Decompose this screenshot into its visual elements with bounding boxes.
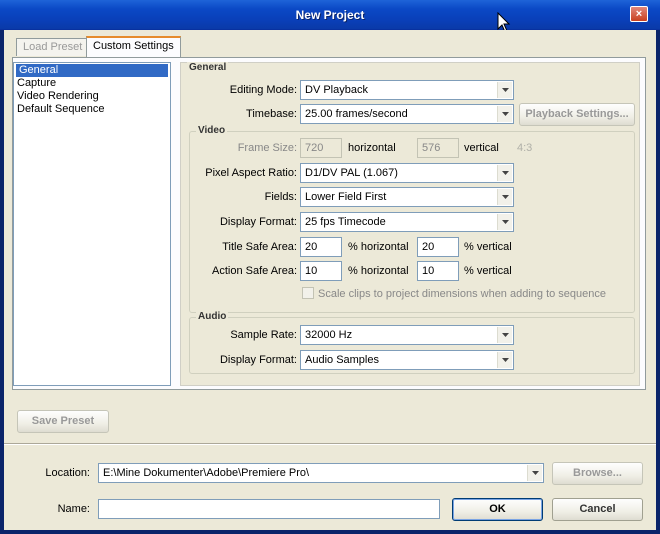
audio-display-format-dropdown[interactable]: Audio Samples — [300, 350, 514, 370]
pixel-aspect-ratio-label: Pixel Aspect Ratio: — [205, 167, 297, 179]
frame-size-vertical-label: vertical — [464, 142, 499, 154]
title-safe-area-label: Title Safe Area: — [222, 241, 297, 253]
location-dropdown[interactable]: E:\Mine Dokumenter\Adobe\Premiere Pro\ — [98, 463, 544, 483]
close-icon: × — [635, 7, 643, 20]
ok-button[interactable]: OK — [452, 498, 543, 521]
category-default-sequence[interactable]: Default Sequence — [14, 103, 170, 116]
sample-rate-dropdown[interactable]: 32000 Hz — [300, 325, 514, 345]
action-safe-horizontal-unit: % horizontal — [348, 265, 409, 277]
close-button[interactable]: × — [630, 6, 648, 22]
chevron-down-icon — [497, 352, 512, 368]
scale-clips-checkbox[interactable] — [302, 287, 314, 299]
chevron-down-icon — [497, 82, 512, 98]
editing-mode-dropdown[interactable]: DV Playback — [300, 80, 514, 100]
action-safe-horizontal-field[interactable]: 10 — [300, 261, 342, 281]
tab-custom-settings[interactable]: Custom Settings — [86, 36, 181, 57]
title-bar[interactable]: New Project × — [0, 0, 660, 30]
fields-label: Fields: — [264, 191, 297, 203]
cancel-button[interactable]: Cancel — [552, 498, 643, 521]
playback-settings-button[interactable]: Playback Settings... — [519, 103, 635, 126]
location-label: Location: — [45, 467, 90, 479]
fields-value: Lower Field First — [305, 191, 387, 203]
frame-size-label: Frame Size: — [237, 142, 297, 154]
action-safe-vertical-unit: % vertical — [464, 265, 512, 277]
timebase-dropdown[interactable]: 25.00 frames/second — [300, 104, 514, 124]
editing-mode-value: DV Playback — [305, 84, 368, 96]
chevron-down-icon — [497, 106, 512, 122]
dialog-client-area: Load Preset Custom Settings General Capt… — [4, 30, 656, 530]
title-safe-horizontal-unit: % horizontal — [348, 241, 409, 253]
category-capture[interactable]: Capture — [14, 77, 170, 90]
video-display-format-value: 25 fps Timecode — [305, 216, 386, 228]
category-video-rendering[interactable]: Video Rendering — [14, 90, 170, 103]
action-safe-vertical-field[interactable]: 10 — [417, 261, 459, 281]
audio-display-format-label: Display Format: — [219, 354, 297, 366]
frame-size-vertical-field[interactable]: 576 — [417, 138, 459, 158]
chevron-down-icon — [497, 214, 512, 230]
video-display-format-label: Display Format: — [219, 216, 297, 228]
save-preset-button[interactable]: Save Preset — [17, 410, 109, 433]
browse-button[interactable]: Browse... — [552, 462, 643, 485]
video-group-label: Video — [196, 125, 228, 136]
video-display-format-dropdown[interactable]: 25 fps Timecode — [300, 212, 514, 232]
title-safe-vertical-unit: % vertical — [464, 241, 512, 253]
location-value: E:\Mine Dokumenter\Adobe\Premiere Pro\ — [103, 467, 310, 479]
title-safe-vertical-field[interactable]: 20 — [417, 237, 459, 257]
frame-size-horizontal-field[interactable]: 720 — [300, 138, 342, 158]
timebase-label: Timebase: — [246, 108, 297, 120]
chevron-down-icon — [497, 189, 512, 205]
pixel-aspect-ratio-dropdown[interactable]: D1/DV PAL (1.067) — [300, 163, 514, 183]
window-title: New Project — [295, 8, 365, 22]
fields-dropdown[interactable]: Lower Field First — [300, 187, 514, 207]
general-group-label: General — [187, 62, 229, 73]
editing-mode-label: Editing Mode: — [229, 84, 297, 96]
name-input[interactable] — [98, 499, 440, 519]
sample-rate-value: 32000 Hz — [305, 329, 353, 341]
general-settings-panel: General Editing Mode: DV Playback Timeba… — [180, 62, 640, 386]
new-project-window: New Project × Load Preset Custom Setting… — [0, 0, 660, 534]
frame-aspect-ratio: 4:3 — [517, 142, 533, 154]
sample-rate-label: Sample Rate: — [230, 329, 297, 341]
chevron-down-icon — [527, 465, 542, 481]
chevron-down-icon — [497, 327, 512, 343]
audio-display-format-value: Audio Samples — [305, 354, 379, 366]
title-safe-horizontal-field[interactable]: 20 — [300, 237, 342, 257]
frame-size-horizontal-label: horizontal — [348, 142, 396, 154]
audio-group-label: Audio — [196, 311, 229, 322]
settings-category-list[interactable]: General Capture Video Rendering Default … — [13, 62, 171, 386]
scale-clips-label: Scale clips to project dimensions when a… — [318, 288, 607, 300]
footer-separator — [4, 443, 656, 445]
action-safe-area-label: Action Safe Area: — [212, 265, 297, 277]
chevron-down-icon — [497, 165, 512, 181]
category-general[interactable]: General — [16, 64, 168, 77]
tab-load-preset[interactable]: Load Preset — [16, 38, 90, 56]
timebase-value: 25.00 frames/second — [305, 108, 408, 120]
pixel-aspect-ratio-value: D1/DV PAL (1.067) — [305, 167, 398, 179]
name-label: Name: — [57, 503, 90, 515]
